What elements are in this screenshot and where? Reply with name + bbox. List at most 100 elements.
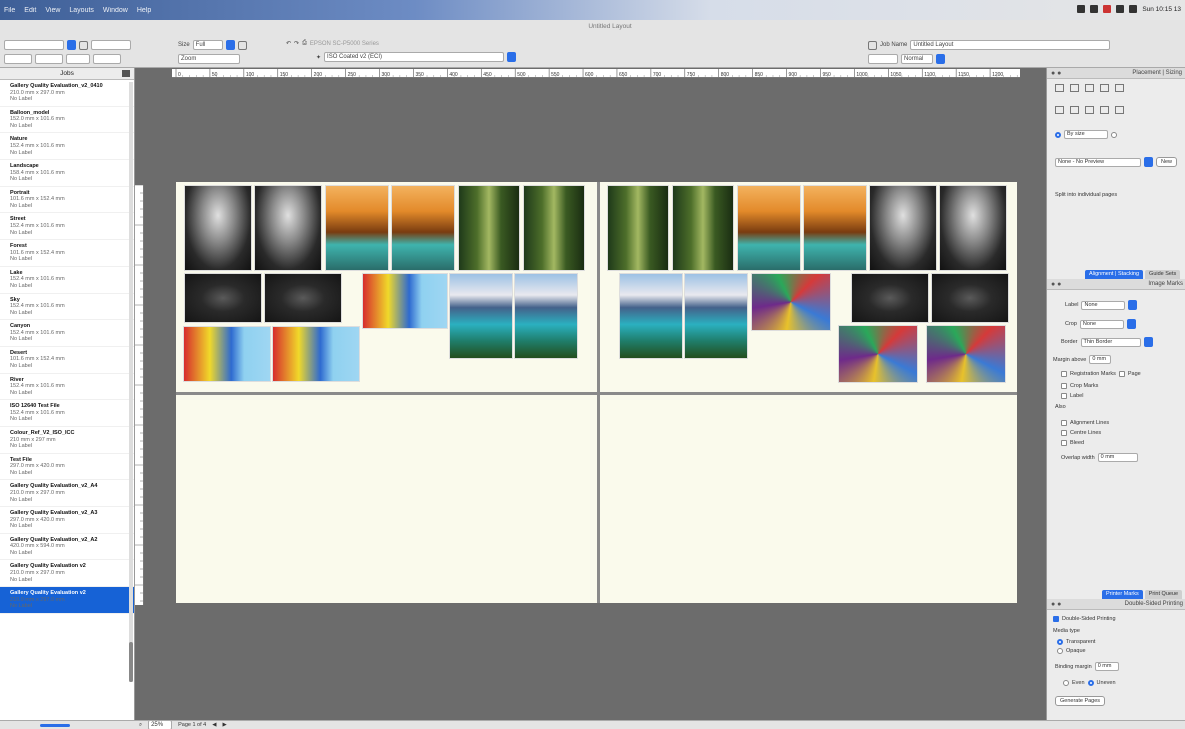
- file-list-item[interactable]: Gallery Quality Evaluation_v2_0410 210.0 …: [0, 80, 134, 107]
- prev-page-icon[interactable]: ◀: [212, 722, 216, 728]
- file-list-item[interactable]: Street 152.4 mm x 101.6 mm No Label: [0, 213, 134, 241]
- centre-lines-checkbox[interactable]: [1061, 430, 1067, 436]
- menu-help[interactable]: Help: [137, 7, 151, 14]
- image-forest[interactable]: [458, 185, 520, 271]
- image-canyon[interactable]: [803, 185, 867, 271]
- align-middle-icon[interactable]: [1070, 106, 1079, 114]
- image-lake[interactable]: [514, 273, 578, 359]
- crop-marks-checkbox[interactable]: [1061, 383, 1067, 389]
- copies-field[interactable]: [868, 54, 898, 64]
- opaque-radio[interactable]: [1057, 648, 1063, 654]
- status-icon[interactable]: [1103, 5, 1112, 13]
- layout-canvas[interactable]: [145, 80, 1045, 720]
- preset-select[interactable]: None - No Preview: [1055, 157, 1141, 167]
- file-list-item[interactable]: Gallery Quality Evaluation_v2_A3 297.0 mm…: [0, 507, 134, 534]
- file-list-item[interactable]: Canyon 152.4 mm x 101.6 mm No Label: [0, 320, 134, 347]
- mode-dropdown[interactable]: [936, 54, 945, 64]
- menu-file[interactable]: File: [4, 7, 15, 14]
- image-canyon[interactable]: [325, 185, 389, 271]
- align-left-icon[interactable]: [1055, 84, 1064, 92]
- status-icon[interactable]: [1116, 5, 1125, 13]
- uneven-radio[interactable]: [1087, 680, 1094, 686]
- new-button[interactable]: New: [1156, 157, 1178, 167]
- crop-select[interactable]: None: [1079, 319, 1124, 329]
- job-field[interactable]: Untitled Layout: [910, 40, 1111, 50]
- close-icon[interactable]: [122, 70, 130, 77]
- panel-controls-icon[interactable]: ● ●: [1051, 70, 1061, 77]
- height-field[interactable]: [35, 54, 63, 64]
- image-portrait[interactable]: [254, 185, 322, 271]
- scrollbar-thumb[interactable]: [129, 642, 133, 682]
- page-checkbox[interactable]: [1118, 371, 1125, 377]
- label-dropdown[interactable]: [1128, 300, 1138, 310]
- image-canyon[interactable]: [391, 185, 455, 271]
- file-list-item[interactable]: Desert 101.6 mm x 152.4 mm No Label: [0, 347, 134, 374]
- size-field[interactable]: [4, 40, 64, 50]
- units-field[interactable]: [66, 54, 90, 64]
- binding-field[interactable]: 0 mm: [1094, 662, 1119, 671]
- label-select[interactable]: None: [1081, 300, 1126, 310]
- tab-print-queue[interactable]: Print Queue: [1144, 590, 1183, 599]
- rotate-icon[interactable]: [1115, 84, 1124, 92]
- align-right-icon[interactable]: [1085, 84, 1094, 92]
- file-list-item[interactable]: Balloon_model 152.0 mm x 101.6 mm No Label: [0, 107, 134, 134]
- image-collage[interactable]: [926, 325, 1006, 383]
- distribute-icon[interactable]: [1100, 84, 1109, 92]
- file-list-item[interactable]: Forest 101.6 mm x 152.4 mm No Label: [0, 240, 134, 267]
- page-bottom-right[interactable]: [600, 395, 1017, 603]
- image-canyon[interactable]: [737, 185, 801, 271]
- image-lake[interactable]: [619, 273, 683, 359]
- image-balloon[interactable]: [272, 326, 360, 382]
- printer-name[interactable]: EPSON SC-P5000 Series: [310, 41, 379, 47]
- layout-icon[interactable]: [79, 40, 88, 50]
- printer-icon[interactable]: ⎙: [302, 40, 307, 47]
- size-select[interactable]: Full: [192, 40, 223, 50]
- transparent-radio[interactable]: [1057, 639, 1063, 645]
- align-bottom-icon[interactable]: [1085, 106, 1094, 114]
- image-portrait[interactable]: [869, 185, 937, 271]
- image-dark[interactable]: [264, 273, 342, 323]
- zoom-icon[interactable]: ⌕: [139, 722, 142, 729]
- by-size-radio[interactable]: [1055, 131, 1061, 138]
- menu-layouts[interactable]: Layouts: [69, 7, 94, 14]
- file-list-item[interactable]: Test File 297.0 mm x 420.0 mm No Label: [0, 454, 134, 481]
- file-list-item[interactable]: Lake 152.4 mm x 101.6 mm No Label: [0, 267, 134, 294]
- redo-icon[interactable]: ↷: [294, 40, 299, 47]
- tab-alignment[interactable]: Alignment | Stacking: [1085, 270, 1144, 279]
- align-center-icon[interactable]: [1070, 84, 1079, 92]
- image-collage[interactable]: [751, 273, 831, 331]
- dropdown-button[interactable]: [67, 40, 76, 50]
- image-dark[interactable]: [931, 273, 1009, 323]
- image-forest[interactable]: [523, 185, 585, 271]
- preset-dropdown[interactable]: [1144, 157, 1153, 167]
- file-list-item[interactable]: Landscape 158.4 mm x 101.6 mm No Label: [0, 160, 134, 187]
- undo-icon[interactable]: ↶: [286, 40, 291, 47]
- page-bottom-left[interactable]: [176, 395, 598, 603]
- panel-controls-icon[interactable]: ● ●: [1051, 601, 1061, 608]
- image-dark[interactable]: [184, 273, 262, 323]
- tab-printer-marks[interactable]: Printer Marks: [1102, 590, 1143, 599]
- registration-checkbox[interactable]: [1061, 371, 1067, 377]
- label-checkbox[interactable]: [1061, 393, 1067, 399]
- tab-guide-sets[interactable]: Guide Sets: [1145, 270, 1181, 279]
- image-lake[interactable]: [684, 273, 748, 359]
- status-icon[interactable]: [1077, 5, 1086, 13]
- crop-dropdown[interactable]: [1126, 319, 1136, 329]
- generate-pages-button[interactable]: Generate Pages: [1055, 696, 1106, 706]
- file-list-item[interactable]: River 152.4 mm x 101.6 mm No Label: [0, 374, 134, 401]
- file-list-item[interactable]: Nature 152.4 mm x 101.6 mm No Label: [0, 133, 134, 161]
- profile-dropdown[interactable]: [507, 52, 517, 62]
- flip-icon[interactable]: [1115, 106, 1124, 114]
- panel-controls-icon[interactable]: ● ●: [1051, 281, 1061, 288]
- stack-icon[interactable]: [1100, 106, 1109, 114]
- zoom-field[interactable]: Zoom: [178, 54, 240, 64]
- overlap-field[interactable]: 0 mm: [1097, 453, 1138, 462]
- fit-icon[interactable]: [237, 40, 247, 50]
- menu-window[interactable]: Window: [103, 7, 128, 14]
- clock[interactable]: Sun 10:15 13: [1142, 6, 1181, 13]
- image-balloon[interactable]: [183, 326, 271, 382]
- image-balloon[interactable]: [362, 273, 448, 329]
- by-size-field[interactable]: By size: [1064, 130, 1108, 139]
- image-forest[interactable]: [607, 185, 669, 271]
- file-list-item[interactable]: Portrait 101.6 mm x 152.4 mm No Label: [0, 187, 134, 214]
